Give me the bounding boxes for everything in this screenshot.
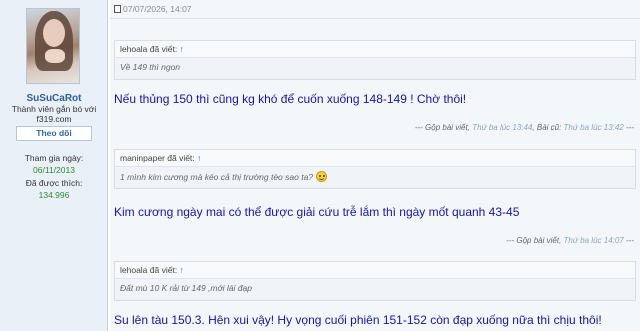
post-date-text: 07/07/2026, 14:07 bbox=[123, 4, 192, 14]
post-message: Kim cương ngày mai có thể được giải cứu … bbox=[114, 205, 520, 219]
likes-label: Đã được thích: bbox=[25, 178, 83, 188]
quote-block: lehoala đã viết: ↑ Đất mù 10 K rải từ 14… bbox=[114, 261, 636, 301]
quote-text: Về 149 thì ngon bbox=[120, 62, 181, 72]
quote-header: lehoala đã viết: ↑ bbox=[115, 262, 635, 279]
user-title: Thành viên gắn bó với f319.com bbox=[11, 104, 97, 124]
merge-suffix: --- bbox=[626, 123, 634, 132]
merge-time-link[interactable]: Thứ ba lúc 13:44 bbox=[472, 123, 532, 132]
likes-value[interactable]: 134.996 bbox=[0, 190, 108, 200]
avatar[interactable] bbox=[26, 8, 80, 84]
post-body: 07/07/2026, 14:07 lehoala đã viết: ↑ Về … bbox=[110, 0, 640, 331]
quote-author: lehoala đã viết: bbox=[120, 265, 178, 275]
user-panel: SuSuCaRot Thành viên gắn bó với f319.com… bbox=[0, 0, 108, 331]
avatar-hand bbox=[45, 49, 65, 63]
quote-text: Đất mù 10 K rải từ 149 ,mới lái đạp bbox=[120, 283, 252, 293]
post-message: Su lên tàu 150.3. Hên xui vậy! Hy vọng c… bbox=[114, 313, 602, 327]
merge-notice: --- Gộp bài viết, Thứ ba lúc 14:07 --- bbox=[506, 236, 634, 245]
divider bbox=[110, 18, 640, 19]
merge-time-link[interactable]: Thứ ba lúc 14:07 bbox=[564, 236, 624, 245]
joined-value: 06/11/2013 bbox=[33, 165, 75, 175]
follow-button[interactable]: Theo dõi bbox=[16, 126, 92, 141]
quote-author: maninpaper đã viết: bbox=[120, 153, 195, 163]
merge-mid: , Bài cũ: bbox=[532, 123, 562, 132]
quote-text-content: 1 mình kim cương mà kéo cả thị trường tè… bbox=[120, 172, 314, 182]
merge-suffix: --- bbox=[626, 236, 634, 245]
username-link[interactable]: SuSuCaRot bbox=[0, 93, 108, 104]
quote-text: 1 mình kim cương mà kéo cả thị trường tè… bbox=[120, 171, 328, 182]
avatar-face bbox=[43, 19, 65, 47]
jump-to-quote-icon[interactable]: ↑ bbox=[180, 265, 184, 275]
post-message: Nếu thủng 150 thì cũng kg khó để cuốn xu… bbox=[114, 92, 467, 106]
post-date: 07/07/2026, 14:07 bbox=[114, 4, 192, 14]
quote-author: lehoala đã viết: bbox=[120, 44, 178, 54]
smiley-icon bbox=[316, 171, 328, 182]
merge-prefix: --- Gộp bài viết, bbox=[506, 236, 562, 245]
document-icon bbox=[114, 5, 121, 13]
joined-label: Tham gia ngày: bbox=[24, 153, 84, 163]
quote-block: maninpaper đã viết: ↑ 1 mình kim cương m… bbox=[114, 149, 636, 189]
quote-header: lehoala đã viết: ↑ bbox=[115, 41, 635, 58]
merge-prefix: --- Gộp bài viết, bbox=[414, 123, 470, 132]
jump-to-quote-icon[interactable]: ↑ bbox=[197, 153, 201, 163]
quote-block: lehoala đã viết: ↑ Về 149 thì ngon bbox=[114, 40, 636, 80]
jump-to-quote-icon[interactable]: ↑ bbox=[180, 44, 184, 54]
quote-header: maninpaper đã viết: ↑ bbox=[115, 150, 635, 167]
merge-old-time-link[interactable]: Thứ ba lúc 13:42 bbox=[564, 123, 624, 132]
merge-notice: --- Gộp bài viết, Thứ ba lúc 13:44, Bài … bbox=[415, 123, 634, 132]
